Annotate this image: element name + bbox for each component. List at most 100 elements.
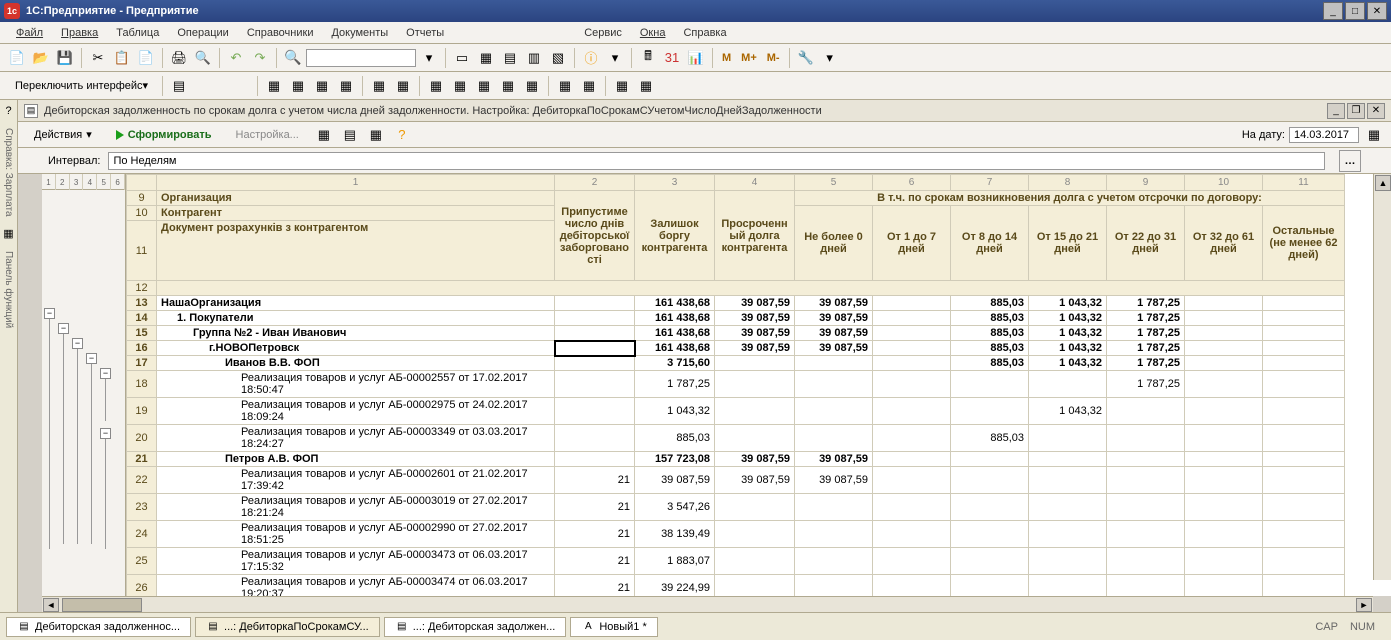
- cell-c11[interactable]: [1185, 326, 1263, 341]
- sidebar-tab-help[interactable]: Справка: Зарплата: [1, 122, 16, 223]
- date-icon[interactable]: 31: [661, 47, 683, 69]
- grid-icon-13[interactable]: ▦: [578, 75, 600, 97]
- status-tab-1[interactable]: ▤Дебиторская задолженнос...: [6, 617, 191, 637]
- cell-c10[interactable]: [1107, 398, 1185, 425]
- cell-c10[interactable]: [1107, 548, 1185, 575]
- copy-icon[interactable]: 📋: [111, 47, 133, 69]
- cell-c12[interactable]: [1263, 341, 1345, 356]
- outline-expand-6[interactable]: −: [100, 428, 111, 439]
- grid-icon-2[interactable]: ▦: [287, 75, 309, 97]
- outline-expand-2[interactable]: −: [58, 323, 69, 334]
- cell-c6[interactable]: 39 087,59: [795, 341, 873, 356]
- row-name-cell[interactable]: Реализация товаров и услуг АБ-00003473 о…: [157, 548, 555, 575]
- grid-icon-11[interactable]: ▦: [521, 75, 543, 97]
- cell-c5[interactable]: 39 087,59: [715, 452, 795, 467]
- cut-icon[interactable]: ✂: [87, 47, 109, 69]
- cell-c8[interactable]: 885,03: [951, 341, 1029, 356]
- grid-icon-15[interactable]: ▦: [635, 75, 657, 97]
- cell-c9[interactable]: [1029, 425, 1107, 452]
- info-dropdown[interactable]: ▾: [604, 47, 626, 69]
- cell-c12[interactable]: [1263, 494, 1345, 521]
- cell-c4[interactable]: 39 224,99: [635, 575, 715, 597]
- row-name-cell[interactable]: Реализация товаров и услуг АБ-00003019 о…: [157, 494, 555, 521]
- print-icon[interactable]: 🖨: [168, 47, 190, 69]
- vertical-scrollbar[interactable]: ▲: [1373, 174, 1391, 580]
- cell-c7[interactable]: [873, 341, 951, 356]
- tb-icon-5[interactable]: ▧: [547, 47, 569, 69]
- tb-icon-4[interactable]: ▥: [523, 47, 545, 69]
- doc-tb-icon-1[interactable]: ▦: [313, 124, 335, 146]
- cell-c12[interactable]: [1263, 467, 1345, 494]
- cell-c3[interactable]: [555, 341, 635, 356]
- table-row[interactable]: 26Реализация товаров и услуг АБ-00003474…: [127, 575, 1345, 597]
- cell-c4[interactable]: 3 715,60: [635, 356, 715, 371]
- table-row[interactable]: 16г.НОВОПетровск161 438,6839 087,5939 08…: [127, 341, 1345, 356]
- menu-windows[interactable]: Окна: [632, 25, 674, 41]
- cell-c12[interactable]: [1263, 311, 1345, 326]
- cell-c8[interactable]: 885,03: [951, 356, 1029, 371]
- cell-c6[interactable]: [795, 356, 873, 371]
- cell-c11[interactable]: [1185, 296, 1263, 311]
- actions-button[interactable]: Действия ▾: [24, 126, 102, 143]
- cell-c12[interactable]: [1263, 356, 1345, 371]
- table-row[interactable]: 141. Покупатели161 438,6839 087,5939 087…: [127, 311, 1345, 326]
- outline-expand-1[interactable]: −: [44, 308, 55, 319]
- cell-c5[interactable]: [715, 356, 795, 371]
- cell-c10[interactable]: [1107, 452, 1185, 467]
- preview-icon[interactable]: 🔍: [192, 47, 214, 69]
- outline-level-6[interactable]: 6: [111, 174, 125, 190]
- cell-c6[interactable]: 39 087,59: [795, 326, 873, 341]
- cell-c4[interactable]: 1 043,32: [635, 398, 715, 425]
- row-name-cell[interactable]: Петров А.В. ФОП: [157, 452, 555, 467]
- cell-c6[interactable]: 39 087,59: [795, 311, 873, 326]
- cell-c5[interactable]: [715, 494, 795, 521]
- cell-c5[interactable]: [715, 575, 795, 597]
- cell-c4[interactable]: 1 883,07: [635, 548, 715, 575]
- cell-c10[interactable]: 1 787,25: [1107, 311, 1185, 326]
- cell-c5[interactable]: [715, 425, 795, 452]
- cell-c9[interactable]: 1 043,32: [1029, 356, 1107, 371]
- search-icon[interactable]: 🔍: [282, 47, 304, 69]
- cell-c11[interactable]: [1185, 356, 1263, 371]
- cell-c9[interactable]: [1029, 452, 1107, 467]
- cell-c4[interactable]: 885,03: [635, 425, 715, 452]
- outline-expand-5[interactable]: −: [100, 368, 111, 379]
- search-input[interactable]: [306, 49, 416, 67]
- scroll-right-icon[interactable]: ►: [1356, 598, 1372, 612]
- grid-icon-1[interactable]: ▦: [263, 75, 285, 97]
- cell-c11[interactable]: [1185, 425, 1263, 452]
- cell-c3[interactable]: 21: [555, 575, 635, 597]
- status-tab-4[interactable]: AНовый1 *: [570, 617, 657, 637]
- settings-button[interactable]: Настройка...: [226, 127, 309, 143]
- outline-level-1[interactable]: 1: [42, 174, 56, 190]
- cell-c5[interactable]: [715, 371, 795, 398]
- cell-c9[interactable]: [1029, 548, 1107, 575]
- cell-c4[interactable]: 1 787,25: [635, 371, 715, 398]
- menu-reports[interactable]: Отчеты: [398, 25, 452, 41]
- cell-c5[interactable]: [715, 521, 795, 548]
- cell-c8[interactable]: [951, 467, 1029, 494]
- row-name-cell[interactable]: Реализация товаров и услуг АБ-00002975 о…: [157, 398, 555, 425]
- outline-level-3[interactable]: 3: [70, 174, 84, 190]
- cell-c8[interactable]: 885,03: [951, 326, 1029, 341]
- doc-close-button[interactable]: ✕: [1367, 103, 1385, 119]
- cell-c12[interactable]: [1263, 452, 1345, 467]
- row-name-cell[interactable]: Реализация товаров и услуг АБ-00002557 о…: [157, 371, 555, 398]
- cell-c5[interactable]: [715, 548, 795, 575]
- status-tab-3[interactable]: ▤...: Дебиторская задолжен...: [384, 617, 567, 637]
- cell-c5[interactable]: 39 087,59: [715, 296, 795, 311]
- redo-icon[interactable]: ↷: [249, 47, 271, 69]
- grid-icon-5[interactable]: ▦: [368, 75, 390, 97]
- cell-c5[interactable]: 39 087,59: [715, 326, 795, 341]
- sidebar-help-icon[interactable]: ?: [2, 104, 16, 118]
- zoom-mp[interactable]: M+: [737, 52, 761, 64]
- cell-c11[interactable]: [1185, 575, 1263, 597]
- cell-c8[interactable]: [951, 575, 1029, 597]
- grid-icon-7[interactable]: ▦: [425, 75, 447, 97]
- cell-c9[interactable]: 1 043,32: [1029, 341, 1107, 356]
- cell-c10[interactable]: [1107, 575, 1185, 597]
- cell-c8[interactable]: [951, 494, 1029, 521]
- cell-c11[interactable]: [1185, 494, 1263, 521]
- cell-c6[interactable]: [795, 425, 873, 452]
- cell-c12[interactable]: [1263, 575, 1345, 597]
